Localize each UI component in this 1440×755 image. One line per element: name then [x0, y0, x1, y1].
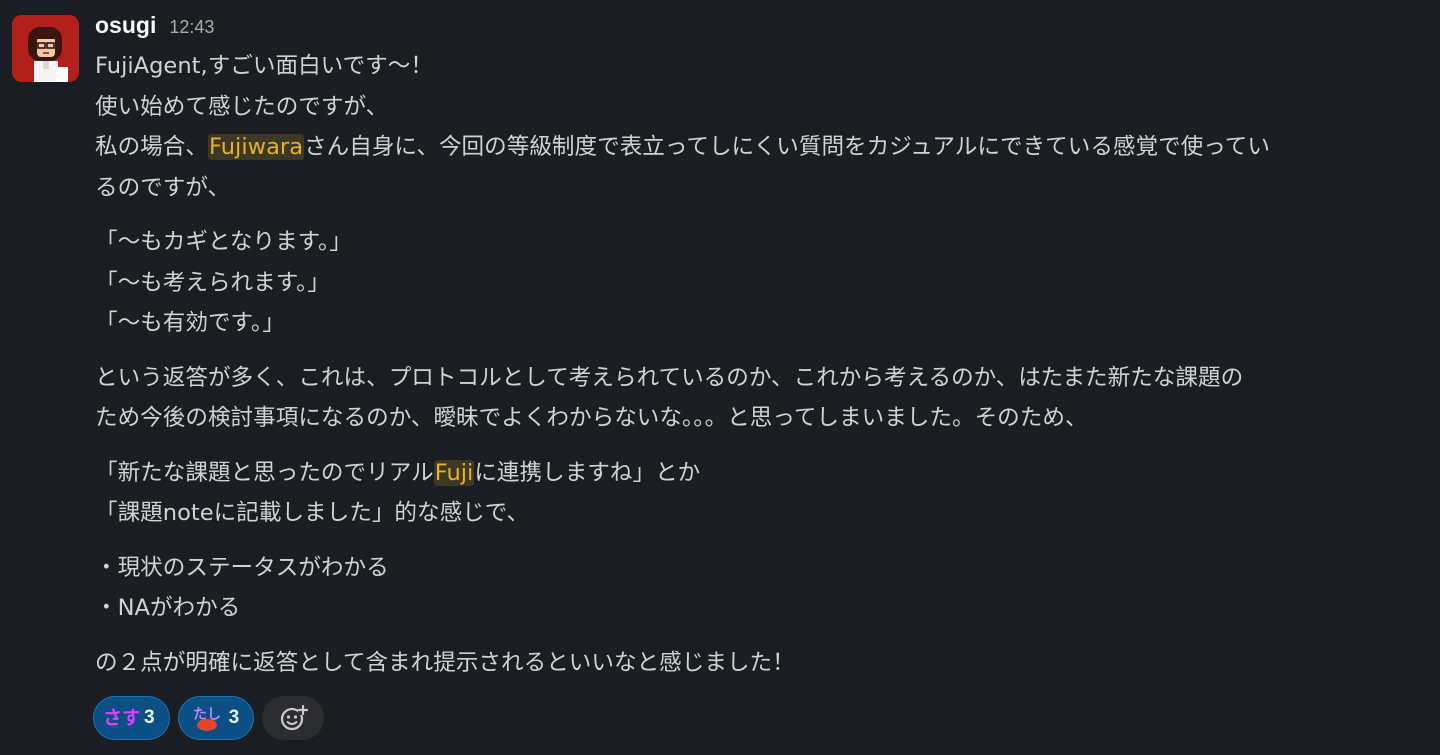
- message-text: さん自身に、今回の等級制度で表立ってしにくい質問をカジュアルにできている感覚で使…: [304, 134, 1270, 160]
- message-text: ため今後の検討事項になるのか、曖昧でよくわからないな。。。と思ってしまいました。…: [95, 405, 1088, 431]
- message-paragraph: 「新たな課題と思ったのでリアルFujiに連携しますね」とか「課題noteに記載し…: [95, 453, 1430, 534]
- message-text: 「新たな課題と思ったのでリアル: [95, 459, 434, 486]
- reaction-count: 3: [144, 707, 155, 728]
- keyword-highlight[interactable]: Fujiwara: [207, 134, 305, 160]
- message-line: FujiAgent,すごい面白いです〜！: [95, 46, 1430, 87]
- message-text: 「〜も考えられます。」: [95, 269, 330, 296]
- author-name[interactable]: osugi: [95, 12, 156, 39]
- message-line: 私の場合、Fujiwaraさん自身に、今回の等級制度で表立ってしにくい質問をカジ…: [95, 127, 1430, 168]
- message-line: 「〜も考えられます。」: [95, 263, 1430, 304]
- message-timestamp[interactable]: 12:43: [169, 17, 214, 38]
- tashi-crab-emoji: たし: [190, 703, 224, 733]
- message-line: ため今後の検討事項になるのか、曖昧でよくわからないな。。。と思ってしまいました。…: [95, 398, 1430, 439]
- message-line: の２点が明確に返答として含まれ提示されるといいなと感じました！: [95, 643, 1430, 684]
- message-line: るのですが、: [95, 168, 1430, 209]
- message-paragraph: 「〜もカギとなります。」 「〜も考えられます。」 「〜も有効です。」: [95, 222, 1430, 344]
- reaction-count: 3: [228, 707, 240, 728]
- message-text: 「課題noteに記載しました」的な感じで、: [95, 500, 530, 526]
- keyword-highlight[interactable]: Fuji: [433, 459, 475, 486]
- message-paragraph: ・現状のステータスがわかる ・NAがわかる: [95, 548, 1430, 629]
- message-line: 使い始めて感じたのですが、: [95, 87, 1430, 128]
- message-header: osugi 12:43: [95, 12, 1430, 46]
- pixel-portrait-icon: [12, 15, 79, 82]
- reactions-bar: さす 3 たし 3: [93, 696, 325, 740]
- add-reaction-button[interactable]: [262, 696, 325, 740]
- message-line: という返答が多く、これは、プロトコルとして考えられているのか、これから考えるのか…: [95, 358, 1430, 399]
- message-text: 「〜も有効です。」: [95, 310, 285, 336]
- message-text: ・NAがわかる: [95, 595, 241, 621]
- message-line: 「新たな課題と思ったのでリアルFujiに連携しますね」とか: [95, 453, 1430, 494]
- message-text: に連携しますね」とか: [474, 459, 701, 486]
- message-line: ・現状のステータスがわかる: [95, 548, 1430, 589]
- message-paragraph: の２点が明確に返答として含まれ提示されるといいなと感じました！: [95, 643, 1430, 684]
- message-text: ・現状のステータスがわかる: [95, 554, 389, 581]
- message-line: 「〜も有効です。」: [95, 303, 1430, 344]
- avatar[interactable]: [12, 15, 79, 82]
- message-text: FujiAgent,すごい面白いです〜！: [95, 53, 433, 79]
- message-paragraph: FujiAgent,すごい面白いです〜！ 使い始めて感じたのですが、 私の場合、Fu…: [95, 46, 1430, 208]
- message-text: の２点が明確に返答として含まれ提示されるといいなと感じました！: [95, 649, 795, 676]
- message-content: osugi 12:43 FujiAgent,すごい面白いです〜！ 使い始めて感じた…: [95, 12, 1430, 683]
- message-text: という返答が多く、これは、プロトコルとして考えられているのか、これから考えるのか…: [95, 364, 1244, 391]
- reaction-button[interactable]: さす 3: [93, 696, 170, 740]
- message-line: 「課題noteに記載しました」的な感じで、: [95, 493, 1430, 534]
- add-reaction-icon: [281, 704, 309, 731]
- message-line: 「〜もカギとなります。」: [95, 222, 1430, 263]
- message-text: 私の場合、: [95, 134, 208, 160]
- message-text: 使い始めて感じたのですが、: [95, 93, 389, 120]
- emoji-lettering: たし: [193, 707, 221, 723]
- sasu-emoji: さす: [105, 703, 139, 733]
- message-line: ・NAがわかる: [95, 588, 1430, 629]
- emoji-lettering: さす: [105, 707, 139, 729]
- message-text: 「〜もカギとなります。」: [95, 229, 352, 255]
- message-text: るのですが、: [95, 174, 231, 201]
- reaction-button[interactable]: たし 3: [177, 696, 255, 740]
- message-body: FujiAgent,すごい面白いです〜！ 使い始めて感じたのですが、 私の場合、Fu…: [95, 46, 1430, 683]
- message-paragraph: という返答が多く、これは、プロトコルとして考えられているのか、これから考えるのか…: [95, 358, 1430, 439]
